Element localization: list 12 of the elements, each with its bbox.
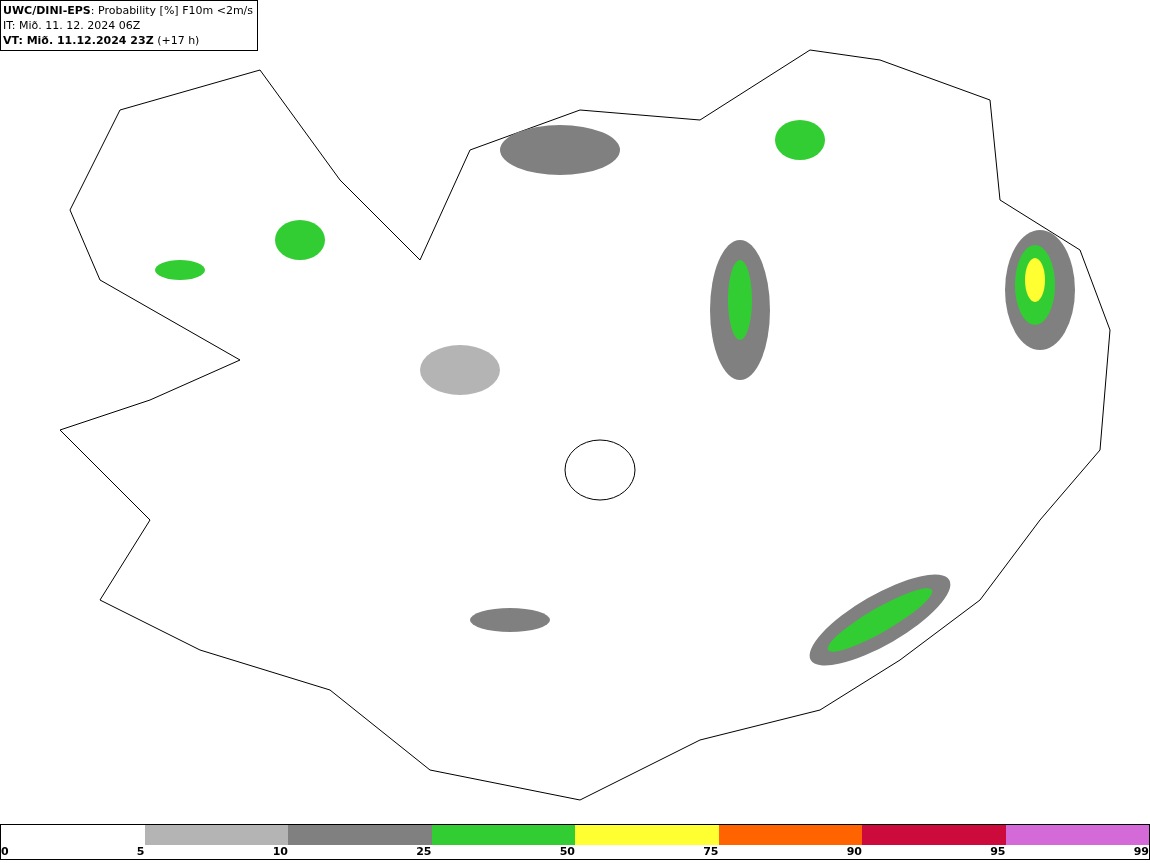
scale-label: 95 [990, 845, 1006, 859]
header-line: VT: Mið. 11.12.2024 23Z (+17 h) [3, 33, 201, 48]
scale-label: 99 [1133, 845, 1149, 859]
scale-label: 50 [559, 845, 575, 859]
scale-label: 75 [703, 845, 719, 859]
scale-label: 5 [136, 845, 145, 859]
scale-label: 90 [846, 845, 862, 859]
header-line: UWC/DINI-EPS: Probability [%] F10m <2m/s [3, 3, 254, 18]
scale-label: 25 [416, 845, 432, 859]
scale-label: 10 [272, 845, 288, 859]
scale-label: 0 [1, 845, 9, 859]
header-line: IT: Mið. 11. 12. 2024 06Z [3, 18, 142, 33]
